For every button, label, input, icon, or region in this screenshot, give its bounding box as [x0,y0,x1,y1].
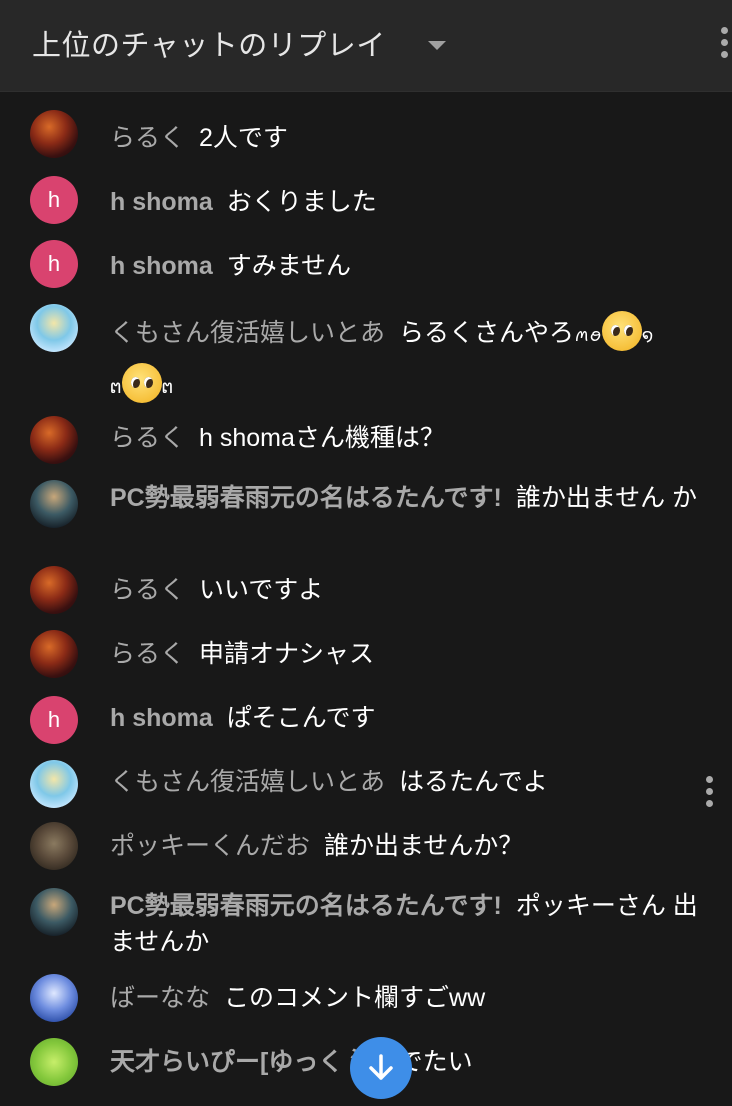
message-author[interactable]: PC勢最弱春雨元の名はるたんです! [110,484,502,512]
avatar[interactable]: h [30,176,78,224]
avatar[interactable] [30,888,78,936]
chat-message-list[interactable]: らるく 2人です h h shoma おくりました h h shoma すみません く… [0,92,732,1106]
avatar[interactable]: h [30,240,78,288]
message-text: おくりました [226,188,377,216]
message-author[interactable]: ばーなな [110,984,210,1012]
message-text-deco: ີ໑ [641,325,654,345]
message-text: 申請オナシャス [199,640,375,668]
avatar[interactable] [30,760,78,808]
message-text: このコメント欄すごww [224,984,486,1012]
avatar[interactable] [30,416,78,464]
arrow-down-icon [369,1054,393,1080]
avatar[interactable] [30,974,78,1022]
message-text: 誰か出ません か [515,484,698,512]
scroll-to-bottom-button[interactable] [350,1037,412,1099]
avatar[interactable] [30,630,78,678]
avatar[interactable]: h [30,696,78,744]
caret-down-icon[interactable] [428,41,446,50]
message-text-deco: ຕ [110,377,122,397]
avatar[interactable] [30,1038,78,1086]
message-author[interactable]: h shoma [110,252,213,280]
pleading-face-icon [121,363,162,403]
message-text: 誰か出ませんか？ [324,832,524,860]
message-text: h shomaさん機種は？ [199,424,445,452]
chat-header: 上位のチャットのリプレイ [0,0,732,92]
message-author[interactable]: らるく [110,424,185,452]
message-text: はるたんでよ [399,768,548,796]
message-text: いいですよ [199,576,324,604]
message-author[interactable]: 天才らいぴー[ゆっく 況] [110,1048,384,1076]
message-author[interactable]: PC勢最弱春雨元の名はるたんです! [110,892,502,920]
message-author[interactable]: らるく [110,576,185,604]
message-author[interactable]: らるく [110,640,185,668]
avatar[interactable] [30,304,78,352]
message-author[interactable]: h shoma [110,188,213,216]
message-text: 2人です [199,124,288,152]
avatar[interactable] [30,110,78,158]
message-text: すみません [226,252,352,280]
message-author[interactable]: くもさん復活嬉しいとあ [110,319,385,347]
chat-mode-title[interactable]: 上位のチャットのリプレイ [32,22,386,64]
message-text: ぱそこんです [226,704,376,732]
message-author[interactable]: くもさん復活嬉しいとあ [110,768,385,796]
avatar[interactable] [30,480,78,528]
message-text: らるくさんやろ [399,319,575,347]
message-text-deco: ꪔꪮ [574,325,602,345]
avatar[interactable] [30,566,78,614]
message-author[interactable]: ポッキーくんだお [110,832,310,860]
more-vert-icon[interactable] [706,776,713,807]
avatar[interactable] [30,822,78,870]
pleading-face-icon [601,311,642,351]
message-author[interactable]: h shoma [110,704,213,732]
message-text-deco: ີຕ [161,377,174,397]
more-vert-icon[interactable] [721,27,728,58]
message-author[interactable]: らるく [110,124,185,152]
